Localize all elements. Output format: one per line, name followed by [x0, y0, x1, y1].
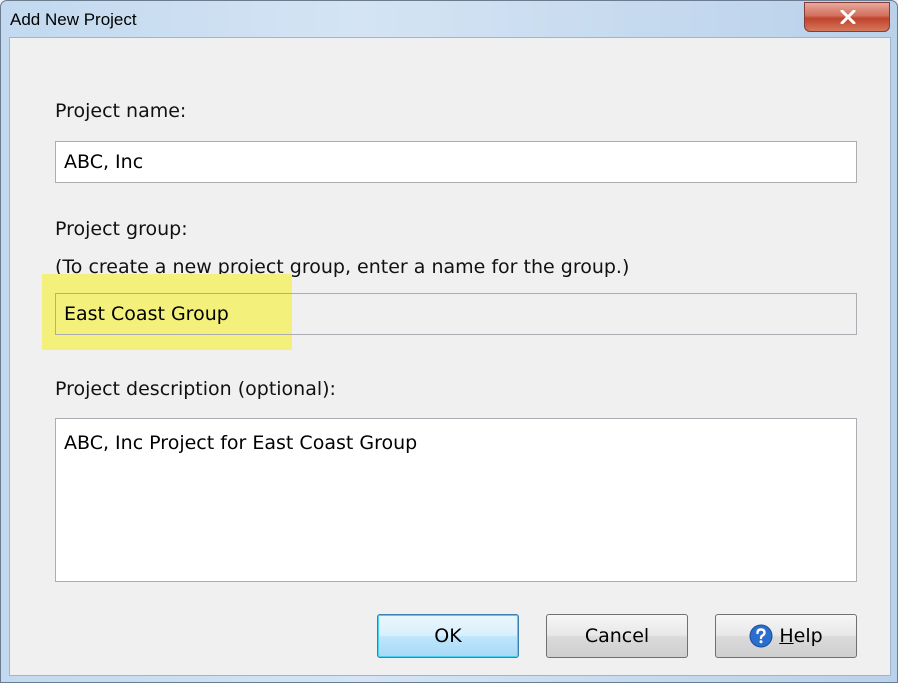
close-icon: [840, 10, 856, 24]
dialog-body: Project name: ABC, Inc Project group: (T…: [9, 37, 891, 676]
project-group-input[interactable]: East Coast Group: [55, 293, 857, 335]
help-button-label: Help: [779, 625, 822, 647]
help-icon: [749, 624, 773, 648]
cancel-button[interactable]: Cancel: [546, 614, 688, 658]
project-name-input[interactable]: ABC, Inc: [55, 141, 857, 183]
project-group-value: East Coast Group: [64, 303, 229, 325]
project-group-label: Project group:: [55, 218, 188, 240]
close-button[interactable]: [804, 2, 890, 32]
ok-button-label: OK: [434, 625, 462, 647]
cancel-button-label: Cancel: [584, 625, 650, 647]
window-title: Add New Project: [10, 10, 137, 29]
dialog-window: Add New Project Project name: ABC, Inc P…: [0, 0, 898, 683]
help-mnemonic: H: [779, 625, 794, 647]
project-name-label: Project name:: [55, 100, 187, 122]
ok-button[interactable]: OK: [377, 614, 519, 658]
title-bar[interactable]: Add New Project: [1, 1, 897, 37]
description-textarea[interactable]: ABC, Inc Project for East Coast Group: [55, 418, 857, 582]
help-label-rest: elp: [793, 625, 823, 647]
description-label: Project description (optional):: [55, 378, 336, 400]
help-button[interactable]: Help: [715, 614, 857, 658]
